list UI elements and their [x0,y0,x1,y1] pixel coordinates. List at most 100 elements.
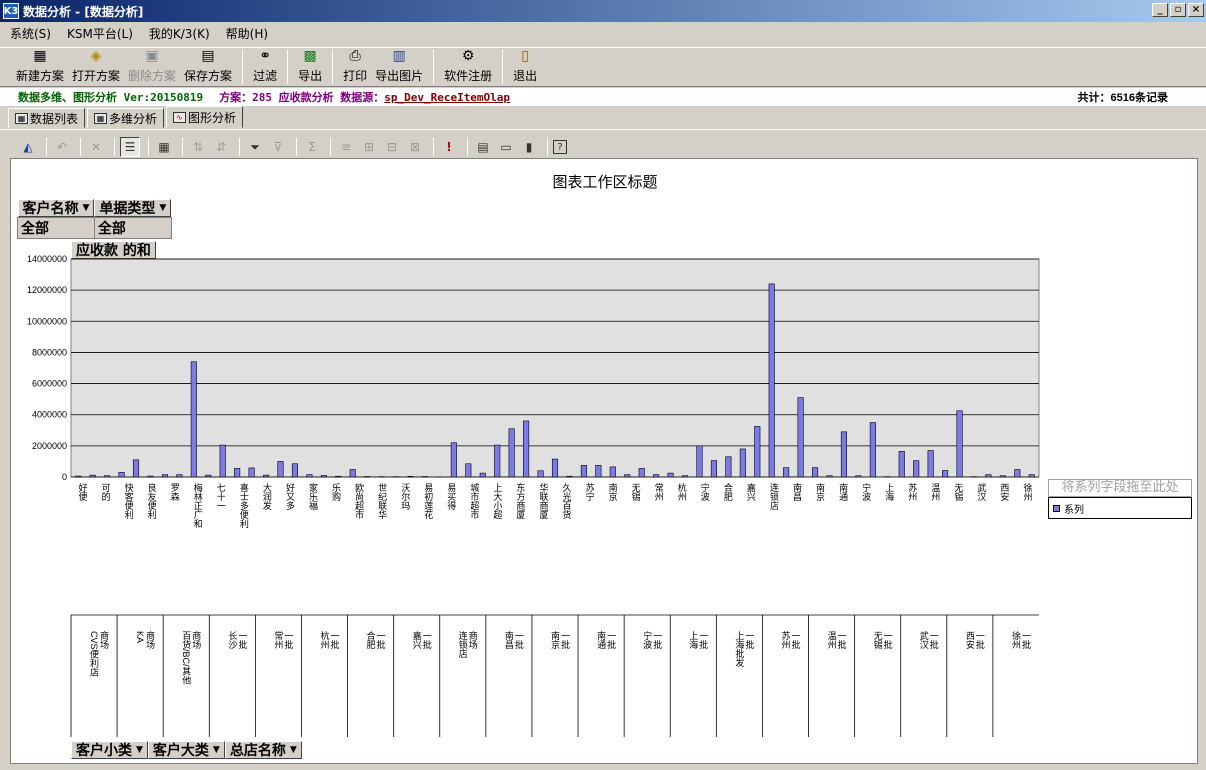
bar[interactable] [826,475,833,478]
bar[interactable] [494,444,501,478]
ungroup-icon[interactable]: ⊟ [382,137,402,157]
bar[interactable] [739,448,746,478]
bar[interactable] [104,475,111,478]
bar[interactable] [595,465,602,478]
bar[interactable] [653,474,660,478]
bar[interactable] [450,442,457,478]
bar[interactable] [508,428,515,478]
delete-icon[interactable]: ✕ [86,137,106,157]
filter-button[interactable]: ⚭ 过滤 [249,47,281,86]
bar[interactable] [277,461,284,478]
page-icon[interactable]: ▭ [496,137,516,157]
tab-pivot[interactable]: ▦ 多维分析 [87,108,165,128]
open-plan-button[interactable]: ◈ 打开方案 [68,47,124,86]
bar[interactable] [624,474,631,478]
menu-my-k3[interactable]: 我的K/3(K) [139,25,216,42]
alert-icon[interactable]: ! [439,137,459,157]
bar[interactable] [913,460,920,478]
bar[interactable] [696,445,703,478]
filter-icon[interactable]: ⏷ [245,137,265,157]
bar[interactable] [783,467,790,478]
bar[interactable] [1028,474,1035,478]
expand-icon[interactable]: ⊠ [405,137,425,157]
field-customer-class[interactable]: 客户大类 ▼ [147,741,225,759]
filter-clear-icon[interactable]: ⊽ [268,137,288,157]
bar[interactable] [768,283,775,478]
bar[interactable] [479,472,486,478]
close-button[interactable]: × [1188,3,1204,17]
sort-descending-icon[interactable]: ⇵ [211,137,231,157]
bar[interactable] [667,472,674,478]
bar[interactable] [335,475,342,478]
grid-icon[interactable]: ▦ [154,137,174,157]
bar[interactable] [291,463,298,478]
chart-legend[interactable]: 系列 [1048,497,1192,519]
data-source-link[interactable]: sp_Dev_ReceItemOlap [384,91,510,104]
bar[interactable] [306,474,313,478]
bar[interactable] [262,474,270,478]
bar[interactable] [1014,469,1021,478]
bar[interactable] [349,469,356,478]
export-image-button[interactable]: ▥ 导出图片 [371,47,427,86]
bar[interactable] [205,474,212,478]
bar[interactable] [725,456,732,478]
bar[interactable] [551,458,559,478]
bar[interactable] [840,431,848,478]
tab-data-list[interactable]: ▦ 数据列表 [8,108,86,128]
exit-button[interactable]: ▯ 退出 [509,47,541,86]
bar[interactable] [812,467,819,478]
bar[interactable] [75,475,82,478]
save-plan-button[interactable]: ▤ 保存方案 [180,47,236,86]
bar[interactable] [710,460,717,478]
chart-type-icon[interactable]: ◭ [18,137,38,157]
properties-icon[interactable]: ☰ [120,137,140,157]
bar[interactable] [942,470,949,478]
bar[interactable] [566,475,573,478]
sort-ascending-icon[interactable]: ⇅ [188,137,208,157]
help-icon[interactable]: ? [553,140,567,154]
bar[interactable] [248,467,255,478]
register-button[interactable]: ⚙ 软件注册 [440,47,496,86]
bar[interactable] [219,444,226,478]
menu-help[interactable]: 帮助(H) [216,25,274,42]
delete-plan-button[interactable]: ▣ 删除方案 [124,47,180,86]
field-customer-subclass[interactable]: 客户小类 ▼ [71,741,148,759]
bar[interactable] [537,470,544,478]
bar[interactable] [898,451,905,478]
bar[interactable] [132,459,140,478]
field-head-store[interactable]: 总店名称 ▼ [224,741,302,759]
bar[interactable] [190,361,197,478]
book-icon[interactable]: ▮ [519,137,539,157]
minimize-button[interactable]: _ [1152,3,1168,17]
bar[interactable] [681,475,689,478]
bar[interactable] [320,475,327,478]
menu-system[interactable]: 系统(S) [0,25,57,42]
bar[interactable] [147,475,154,478]
bar[interactable] [797,397,804,478]
bar[interactable] [465,463,472,478]
series-drop-zone[interactable]: 将系列字段拖至此处 [1048,479,1192,497]
field-list-icon[interactable]: ≡ [336,137,356,157]
chart-wizard-icon[interactable]: ▤ [473,137,493,157]
menu-ksm[interactable]: KSM平台(L) [57,25,139,42]
bar[interactable] [234,468,241,478]
new-plan-button[interactable]: ▦ 新建方案 [12,47,68,86]
bar[interactable] [580,465,587,478]
restore-button[interactable]: ▫ [1170,3,1186,17]
bar[interactable] [956,410,963,478]
bar[interactable] [869,422,876,478]
bar[interactable] [927,450,934,478]
bar[interactable] [523,420,530,478]
sum-icon[interactable]: Σ [302,137,322,157]
bar[interactable] [176,474,183,478]
bar[interactable] [161,474,168,478]
print-button[interactable]: ⎙ 打印 [339,47,371,86]
bar[interactable] [999,475,1006,478]
bar[interactable] [407,476,414,478]
bar[interactable] [638,468,645,478]
bar[interactable] [855,475,862,478]
bar[interactable] [89,474,96,478]
group-icon[interactable]: ⊞ [359,137,379,157]
undo-icon[interactable]: ↶ [52,137,72,157]
bar[interactable] [609,466,616,478]
